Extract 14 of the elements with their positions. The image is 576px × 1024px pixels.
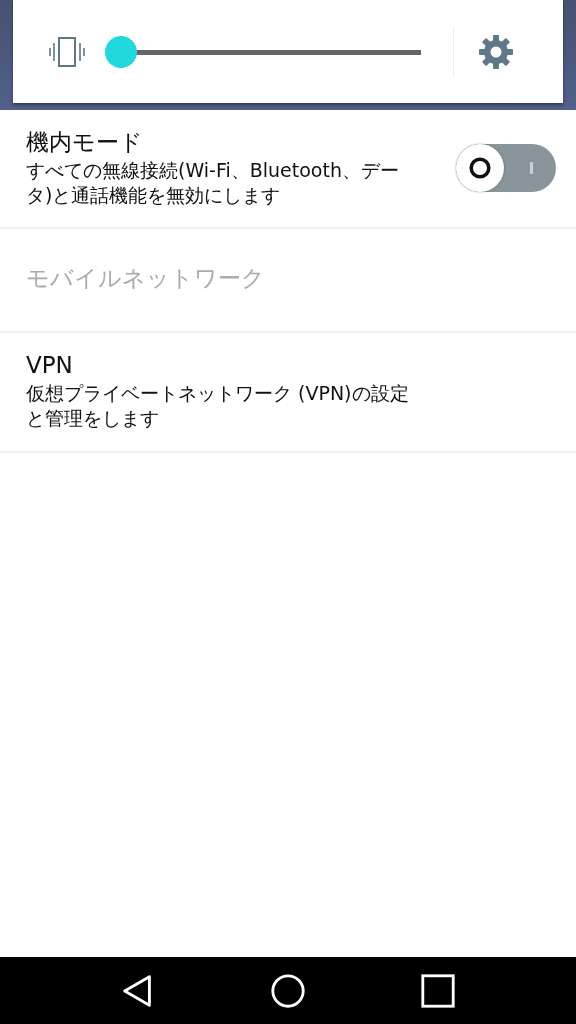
toggle-switch[interactable]: [456, 143, 556, 192]
recents-icon[interactable]: [419, 971, 457, 1010]
slider-thumb[interactable]: [105, 35, 137, 68]
home-icon[interactable]: [269, 971, 307, 1010]
item-summary: すべての無線接続(Wi-Fi、Bluetooth、データ)と通話機能を無効にします: [26, 157, 400, 208]
off-ring-icon: [469, 156, 491, 179]
settings-item[interactable]: 機内モード すべての無線接続(Wi-Fi、Bluetooth、データ)と通話機能を無効にします: [0, 110, 576, 230]
switch-knob[interactable]: [456, 143, 504, 192]
settings-item[interactable]: VPN 仮想プライベートネットワーク (VPN)の設定と管理をします: [0, 333, 576, 453]
item-title: VPN: [26, 351, 74, 381]
item-title: 機内モード: [26, 128, 144, 157]
item-summary: 仮想プライベートネットワーク (VPN)の設定と管理をします: [26, 381, 410, 431]
item-title: モバイルネットワーク: [26, 264, 266, 294]
on-mark-icon: [530, 159, 533, 176]
